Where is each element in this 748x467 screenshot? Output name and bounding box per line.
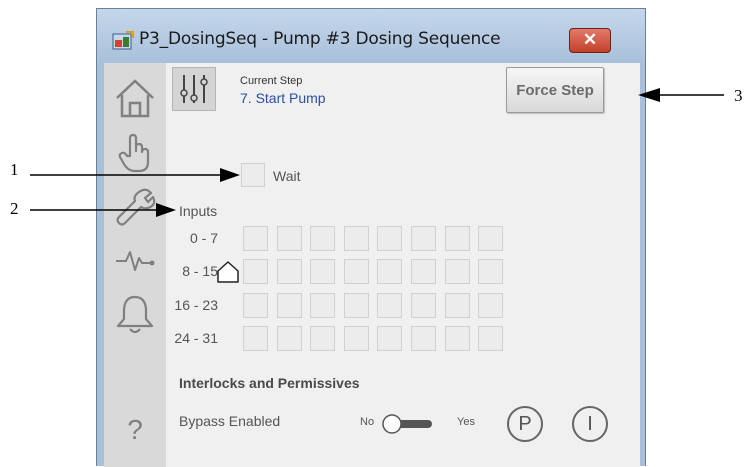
- input-bit-cell: [310, 226, 336, 251]
- nav-sidebar: ?: [104, 63, 166, 467]
- trend-icon: [116, 251, 155, 271]
- input-bit-cell: [343, 226, 369, 251]
- interlocks-button[interactable]: I: [572, 406, 608, 442]
- i-icon: I: [587, 412, 593, 435]
- bypass-enabled-label: Bypass Enabled: [179, 413, 281, 429]
- window-title: P3_DosingSeq - Pump #3 Dosing Sequence: [139, 29, 501, 49]
- input-bit-cell: [444, 226, 470, 251]
- wait-label: Wait: [273, 168, 301, 184]
- input-bit-cell: [343, 259, 369, 284]
- input-bit-cell: [444, 259, 470, 284]
- wrench-icon: [116, 188, 156, 226]
- input-row-label: 24 - 31: [174, 330, 218, 346]
- input-bit-cell: [243, 293, 268, 318]
- interlocks-title: Interlocks and Permissives: [179, 375, 360, 391]
- nav-home[interactable]: [108, 71, 162, 125]
- callout-3-number: 3: [734, 86, 743, 105]
- toggle-no-label: No: [360, 416, 375, 428]
- force-step-button[interactable]: Force Step: [506, 67, 604, 113]
- home-icon: [116, 79, 154, 118]
- input-bit-cell: [377, 326, 403, 351]
- sequence-settings-button[interactable]: [172, 67, 216, 111]
- step-marker-icon: [217, 261, 239, 283]
- input-bit-cell: [243, 226, 268, 251]
- close-button[interactable]: ✕: [569, 28, 611, 53]
- input-row-label: 0 - 7: [189, 230, 218, 246]
- bypass-toggle[interactable]: [378, 413, 440, 435]
- input-bit-cell: [377, 293, 403, 318]
- input-bit-cell: [444, 326, 470, 351]
- input-row-label: 8 - 15: [182, 263, 218, 279]
- input-bit-cell: [411, 293, 436, 318]
- input-bit-cell: [377, 259, 403, 284]
- input-bit-cell: [411, 326, 436, 351]
- title-bar: P3_DosingSeq - Pump #3 Dosing Sequence ✕: [97, 9, 645, 63]
- faceplate-window: P3_DosingSeq - Pump #3 Dosing Sequence ✕: [96, 8, 646, 467]
- current-step-value: 7. Start Pump: [240, 90, 326, 106]
- input-bit-cell: [478, 326, 504, 351]
- nav-help[interactable]: ?: [108, 403, 162, 457]
- sliders-icon: [180, 75, 208, 103]
- input-bit-cell: [411, 259, 436, 284]
- input-bit-cell: [310, 259, 336, 284]
- input-bit-cell: [276, 226, 302, 251]
- wait-indicator: [241, 163, 265, 187]
- p-icon: P: [518, 412, 532, 435]
- content-area: Current Step 7. Start Pump Force Step Wa…: [166, 63, 640, 467]
- input-bit-cell: [276, 293, 302, 318]
- input-bit-cell: [276, 326, 302, 351]
- nav-alarms[interactable]: [108, 287, 162, 341]
- input-bit-cell: [343, 326, 369, 351]
- permissives-button[interactable]: P: [507, 406, 543, 442]
- help-icon: ?: [127, 414, 143, 445]
- bell-icon: [116, 295, 154, 334]
- inputs-label: Inputs: [179, 203, 218, 219]
- input-bit-cell: [276, 259, 302, 284]
- app-icon: [112, 31, 134, 51]
- nav-operator[interactable]: [108, 125, 162, 179]
- input-bit-cell: [310, 293, 336, 318]
- callout-1-number: 1: [10, 160, 19, 179]
- toggle-yes-label: Yes: [457, 416, 475, 428]
- input-bit-cell: [478, 259, 504, 284]
- input-bit-cell: [444, 293, 470, 318]
- current-step-caption: Current Step: [240, 75, 303, 87]
- input-bit-cell: [478, 226, 504, 251]
- input-bit-cell: [310, 326, 336, 351]
- input-bit-cell: [243, 326, 268, 351]
- input-bit-cell: [343, 293, 369, 318]
- nav-maintenance[interactable]: [108, 179, 162, 233]
- input-bit-cell: [411, 226, 436, 251]
- hand-icon: [118, 133, 150, 173]
- input-bit-cell: [478, 293, 504, 318]
- input-bit-cell: [243, 259, 268, 284]
- nav-trends[interactable]: [108, 233, 162, 287]
- faceplate-body: ? Current Step 7. Start Pump Force Step …: [104, 63, 640, 467]
- callout-2-number: 2: [10, 199, 19, 218]
- input-bit-cell: [377, 226, 403, 251]
- input-row-label: 16 - 23: [174, 297, 218, 313]
